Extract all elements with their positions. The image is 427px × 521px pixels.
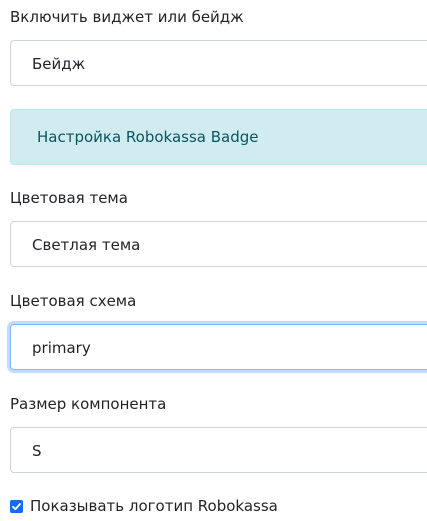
component-size-value: S xyxy=(32,442,42,460)
color-scheme-select[interactable]: primary xyxy=(10,324,427,370)
color-theme-label: Цветовая тема xyxy=(10,189,128,207)
color-scheme-label: Цветовая схема xyxy=(10,292,137,310)
show-logo-row: Показывать логотип Robokassa xyxy=(10,496,278,516)
component-size-select[interactable]: S xyxy=(10,427,427,473)
widget-or-badge-value: Бейдж xyxy=(32,55,86,73)
badge-settings-alert-text: Настройка Robokassa Badge xyxy=(37,128,259,146)
show-logo-label: Показывать логотип Robokassa xyxy=(30,497,278,515)
widget-or-badge-label: Включить виджет или бейдж xyxy=(10,8,244,26)
color-scheme-value: primary xyxy=(32,339,91,357)
badge-settings-alert: Настройка Robokassa Badge xyxy=(10,109,427,165)
widget-or-badge-select[interactable]: Бейдж xyxy=(10,40,427,86)
component-size-label: Размер компонента xyxy=(10,395,167,413)
color-theme-select[interactable]: Светлая тема xyxy=(10,221,427,267)
settings-form: Включить виджет или бейдж Бейдж Настройк… xyxy=(0,0,427,521)
show-logo-checkbox[interactable] xyxy=(10,499,23,513)
checkmark-icon xyxy=(12,502,21,510)
color-theme-value: Светлая тема xyxy=(32,236,141,254)
